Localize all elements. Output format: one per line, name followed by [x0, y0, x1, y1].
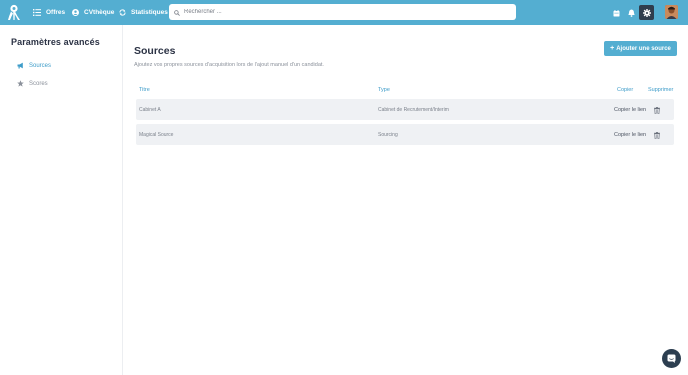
- settings-sidebar: Paramètres avancés Sources Scores: [0, 25, 123, 375]
- add-source-label: Ajouter une source: [616, 45, 671, 52]
- row-title: Cabinet A: [139, 106, 161, 113]
- notifications-button[interactable]: [624, 5, 639, 20]
- plus-icon: +: [610, 45, 615, 52]
- calendar-button[interactable]: [609, 5, 624, 20]
- column-header-title: Titre: [139, 87, 150, 93]
- column-header-copy: Copier: [617, 87, 634, 93]
- copy-link-button[interactable]: Copier le lien: [614, 124, 646, 145]
- calendar-icon: [613, 4, 620, 22]
- table-row: Cabinet A Cabinet de Recrutement/Interim…: [136, 99, 674, 120]
- nav-cvtheque[interactable]: CVthèque: [71, 0, 114, 25]
- avatar[interactable]: [665, 5, 678, 19]
- refresh-icon: [118, 9, 126, 17]
- row-type: Sourcing: [378, 131, 398, 138]
- megaphone-icon: [17, 62, 24, 69]
- add-source-button[interactable]: + Ajouter une source: [604, 41, 677, 56]
- user-circle-icon: [71, 9, 79, 17]
- search-icon: [174, 3, 180, 21]
- table-row: Magical Source Sourcing Copier le lien: [136, 124, 674, 145]
- gear-icon: [642, 4, 651, 22]
- nav-label: Offres: [46, 9, 66, 16]
- column-header-delete: Supprimer: [648, 87, 674, 93]
- logo-icon[interactable]: [7, 4, 21, 21]
- page-title: Sources: [134, 45, 176, 57]
- bell-icon: [628, 4, 635, 22]
- row-type: Cabinet de Recrutement/Interim: [378, 106, 449, 113]
- sidebar-item-label: Sources: [29, 62, 52, 69]
- sidebar-item-label: Scores: [29, 80, 48, 87]
- delete-button[interactable]: [653, 105, 661, 114]
- trash-icon: [654, 101, 660, 119]
- settings-button[interactable]: [639, 5, 654, 20]
- nav-offres[interactable]: Offres: [33, 0, 65, 25]
- star-icon: [17, 80, 24, 87]
- search-box[interactable]: [169, 4, 516, 20]
- nav-label: Statistiques: [131, 9, 168, 16]
- column-header-type: Type: [378, 87, 390, 93]
- nav-label: CVthèque: [84, 9, 115, 16]
- sidebar-item-scores[interactable]: Scores: [17, 80, 48, 87]
- sidebar-title: Paramètres avancés: [11, 37, 100, 47]
- top-navigation-bar: Offres CVthèque Statistiques: [0, 0, 688, 25]
- copy-link-button[interactable]: Copier le lien: [614, 99, 646, 120]
- chat-icon: [667, 350, 676, 368]
- page-subtitle: Ajoutez vos propres sources d'acquisitio…: [134, 62, 324, 68]
- row-title: Magical Source: [139, 131, 174, 138]
- chat-launcher-button[interactable]: [662, 349, 681, 368]
- list-icon: [33, 9, 41, 17]
- delete-button[interactable]: [653, 130, 661, 139]
- trash-icon: [654, 126, 660, 144]
- search-input[interactable]: [184, 9, 484, 15]
- sidebar-item-sources[interactable]: Sources: [17, 62, 51, 69]
- nav-statistiques[interactable]: Statistiques: [118, 0, 168, 25]
